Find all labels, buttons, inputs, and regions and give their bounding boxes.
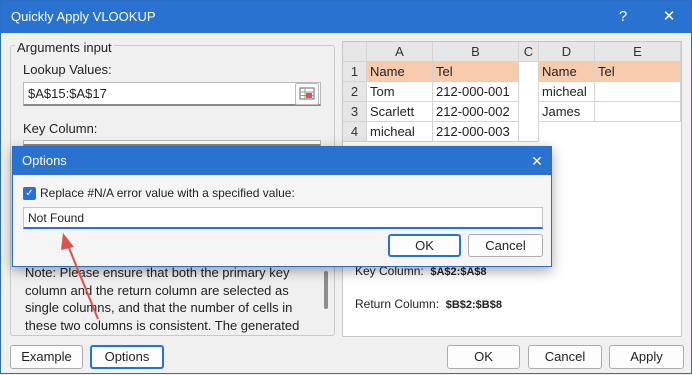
annotation-arrow xyxy=(61,233,99,320)
vlookup-window: Quickly Apply VLOOKUP ? ✕ Arguments inpu… xyxy=(0,0,692,374)
